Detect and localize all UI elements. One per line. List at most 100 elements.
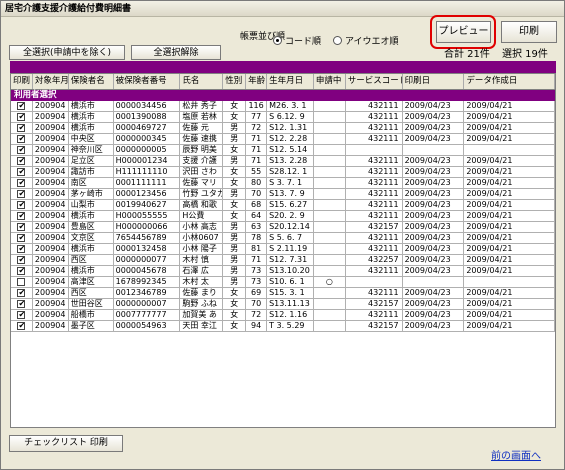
row-insurer: 西区 bbox=[69, 288, 114, 298]
row-sex: 男 bbox=[223, 255, 247, 265]
col-birth[interactable]: 生年月日 bbox=[267, 74, 314, 89]
row-month: 200904 bbox=[33, 167, 69, 177]
row-pending bbox=[314, 222, 346, 232]
print-checkbox[interactable]: ✔ bbox=[17, 245, 26, 253]
col-created-date[interactable]: データ作成日 bbox=[464, 74, 555, 89]
print-checkbox[interactable]: ✔ bbox=[17, 113, 26, 121]
row-print-date: 2009/04/23 bbox=[403, 299, 465, 309]
print-button[interactable]: 印刷 bbox=[501, 21, 557, 43]
row-insurer: 世田谷区 bbox=[69, 299, 114, 309]
col-service-code[interactable]: サービスコード bbox=[346, 74, 403, 89]
print-checkbox[interactable]: ✔ bbox=[17, 267, 26, 275]
row-name: 佐藤 元 bbox=[180, 123, 224, 133]
print-checkbox[interactable]: ✔ bbox=[17, 223, 26, 231]
row-pending bbox=[314, 288, 346, 298]
row-print-date: 2009/04/23 bbox=[403, 310, 465, 320]
col-insurer[interactable]: 保険者名 bbox=[69, 74, 114, 89]
print-checkbox[interactable]: ✔ bbox=[17, 146, 26, 154]
row-print-date bbox=[403, 277, 465, 287]
row-print-date: 2009/04/23 bbox=[403, 101, 465, 111]
print-checkbox[interactable]: ✔ bbox=[17, 168, 26, 176]
grid-rows: ✔ 200904 横浜市 0000034456 松井 秀子女 116 M26. 3. 1 43… bbox=[11, 101, 555, 332]
row-pending bbox=[314, 266, 346, 276]
row-sex: 男 bbox=[223, 134, 247, 144]
row-pending bbox=[314, 145, 346, 155]
row-sex: 女 bbox=[223, 200, 247, 210]
print-checkbox[interactable]: ✔ bbox=[17, 157, 26, 165]
row-birth: S13. 2.28 bbox=[267, 156, 314, 166]
sort-kana-radio[interactable]: アイウエオ順 bbox=[333, 34, 399, 47]
print-checkbox[interactable]: ✔ bbox=[17, 102, 26, 110]
col-insured-no[interactable]: 被保険者番号 bbox=[114, 74, 181, 89]
table-row[interactable]: ✔ 200904 船橋市 0007777777 加賀美 あ女 72 S12. 1.16 432… bbox=[11, 310, 555, 321]
row-print-cell: ✔ bbox=[11, 222, 33, 232]
table-row[interactable]: ✔ 200904 足立区 H000001234 支援 介護男 71 S13. 2.28 432… bbox=[11, 156, 555, 167]
table-row[interactable]: ✔ 200904 世田谷区 0000000007 駒野 ふね女 70 S13.11.13 43… bbox=[11, 299, 555, 310]
row-birth: S 2.11.19 bbox=[267, 244, 314, 254]
back-link[interactable]: 前の画面へ bbox=[491, 447, 541, 462]
row-print-date: 2009/04/23 bbox=[403, 123, 465, 133]
row-print-date: 2009/04/23 bbox=[403, 321, 465, 331]
table-row[interactable]: ✔ 200904 南区 0001111111 佐藤 マリ女 80 S 3. 7. 1 4321… bbox=[11, 178, 555, 189]
print-checkbox[interactable]: ✔ bbox=[17, 234, 26, 242]
print-checkbox[interactable]: ✔ bbox=[17, 256, 26, 264]
table-row[interactable]: ✔ 200904 墨子区 0000054963 天田 幸江女 94 T 3. 5.29 432… bbox=[11, 321, 555, 332]
print-checkbox[interactable]: ✔ bbox=[17, 135, 26, 143]
row-print-cell: ✔ bbox=[11, 156, 33, 166]
col-month[interactable]: 対象年月 bbox=[33, 74, 69, 89]
table-row[interactable]: ✔ 200904 中央区 0000000345 佐藤 速携男 71 S12. 2.28 432… bbox=[11, 134, 555, 145]
table-row[interactable]: ✔ 200904 山梨市 0019940627 高橋 和歌女 68 S15. 6.27 432… bbox=[11, 200, 555, 211]
print-checkbox[interactable]: ✔ bbox=[17, 322, 26, 330]
row-print-date: 2009/04/23 bbox=[403, 200, 465, 210]
row-age: 70 bbox=[246, 299, 268, 309]
checklist-print-button[interactable]: チェックリスト 印刷 bbox=[9, 435, 123, 452]
table-row[interactable]: ✔ 200904 文京区 7654456789 小林0607 男 78 S 5. 6. 7 43… bbox=[11, 233, 555, 244]
print-checkbox[interactable]: ✔ bbox=[17, 124, 26, 132]
row-print-cell: ✔ bbox=[11, 310, 33, 320]
row-birth: S12. 5.14 bbox=[267, 145, 314, 155]
table-row[interactable]: ✔ 200904 茅ヶ崎市 0000123456 竹野 ユタカ男 70 S13. 7. 9 4… bbox=[11, 189, 555, 200]
table-row[interactable]: ✔ 200904 横浜市 0000132458 小林 陽子男 81 S 2.11.19 432… bbox=[11, 244, 555, 255]
row-insured-no: 0001390088 bbox=[114, 112, 181, 122]
col-print[interactable]: 印刷 bbox=[11, 74, 33, 89]
table-row[interactable]: ✔ 200904 横浜市 0001390088 塩原 若林女 77 S 6.12. 9 432… bbox=[11, 112, 555, 123]
row-pending bbox=[314, 189, 346, 199]
deselect-all-button[interactable]: 全選択解除 bbox=[131, 45, 221, 60]
row-insured-no: 7654456789 bbox=[114, 233, 181, 243]
select-all-button[interactable]: 全選択(申請中を除く) bbox=[9, 45, 125, 60]
sort-code-label: コード順 bbox=[285, 37, 322, 47]
header-band bbox=[10, 61, 556, 73]
print-checkbox[interactable]: ✔ bbox=[17, 212, 26, 220]
table-row[interactable]: 200904 高津区 1678992345 木村 太男 73 S10. 6. 1 ○ bbox=[11, 277, 555, 288]
print-checkbox[interactable]: ✔ bbox=[17, 300, 26, 308]
row-age: 69 bbox=[246, 288, 268, 298]
row-service-code: 432111 bbox=[346, 101, 403, 111]
table-row[interactable]: ✔ 200904 西区 0000000077 木村 慎男 71 S12. 7.31 43225… bbox=[11, 255, 555, 266]
sort-code-radio[interactable]: コード順 bbox=[273, 34, 321, 47]
print-checkbox[interactable]: ✔ bbox=[17, 311, 26, 319]
table-row[interactable]: ✔ 200904 横浜市 0000034456 松井 秀子女 116 M26. 3. 1 43… bbox=[11, 101, 555, 112]
col-sex[interactable]: 性別 bbox=[223, 74, 247, 89]
table-row[interactable]: ✔ 200904 諏訪市 H111111110 沢田 さわ女 55 S28.12. 1 432… bbox=[11, 167, 555, 178]
row-birth: M26. 3. 1 bbox=[267, 101, 314, 111]
print-checkbox[interactable]: ✔ bbox=[17, 289, 26, 297]
col-pending[interactable]: 申請中 bbox=[314, 74, 346, 89]
print-checkbox[interactable] bbox=[17, 278, 26, 286]
table-row[interactable]: ✔ 200904 横浜市 H000055555 H公費女 64 S20. 2. 9 43211… bbox=[11, 211, 555, 222]
table-row[interactable]: ✔ 200904 西区 0012346789 佐藤 まり女 69 S15. 3. 1 4321… bbox=[11, 288, 555, 299]
row-sex: 女 bbox=[223, 299, 247, 309]
col-name[interactable]: 氏名 bbox=[180, 74, 224, 89]
row-sex: 男 bbox=[223, 266, 247, 276]
row-print-cell: ✔ bbox=[11, 233, 33, 243]
col-age[interactable]: 年齢 bbox=[246, 74, 268, 89]
row-insurer: 文京区 bbox=[69, 233, 114, 243]
table-row[interactable]: ✔ 200904 神奈川区 0000000005 辰野 明美女 71 S12. 5.14 bbox=[11, 145, 555, 156]
row-name: 沢田 さわ bbox=[180, 167, 224, 177]
print-checkbox[interactable]: ✔ bbox=[17, 201, 26, 209]
col-print-date[interactable]: 印刷日 bbox=[403, 74, 465, 89]
table-row[interactable]: ✔ 200904 横浜市 0000469727 佐藤 元男 72 S12. 1.31 4321… bbox=[11, 123, 555, 134]
table-row[interactable]: ✔ 200904 横浜市 0000045678 石澤 広男 73 S13.10.20 4321… bbox=[11, 266, 555, 277]
print-checkbox[interactable]: ✔ bbox=[17, 179, 26, 187]
print-checkbox[interactable]: ✔ bbox=[17, 190, 26, 198]
table-row[interactable]: ✔ 200904 豊島区 H000000066 小林 高志男 63 S20.12.14 432… bbox=[11, 222, 555, 233]
